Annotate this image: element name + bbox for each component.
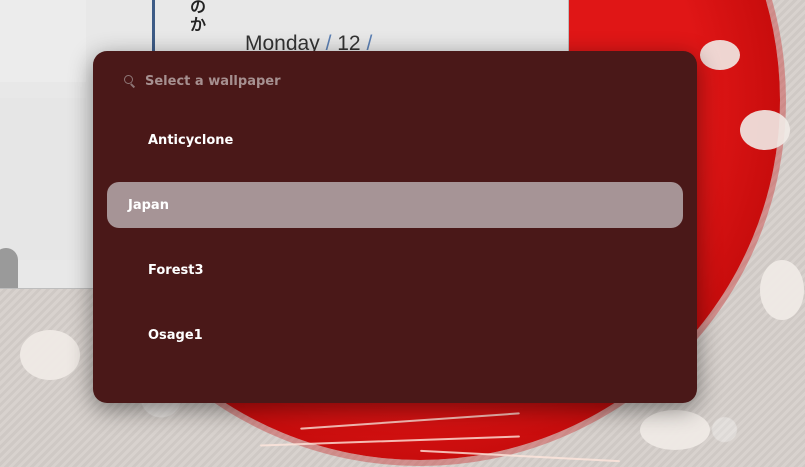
list-item-label: Japan: [128, 197, 169, 213]
list-item-selected[interactable]: Japan: [107, 182, 683, 228]
list-item-label: Osage1: [148, 327, 203, 343]
list-item-label: Forest3: [148, 262, 204, 278]
wallpaper-picker: Anticyclone Japan Forest3 Osage1: [93, 51, 697, 403]
jp-char: の: [190, 0, 207, 16]
search-icon: [123, 74, 137, 88]
search-input[interactable]: [145, 73, 545, 89]
jp-char: か: [190, 15, 207, 34]
background-japanese-text: の か: [190, 0, 206, 34]
list-item[interactable]: Anticyclone: [107, 117, 683, 163]
wallpaper-splash: [640, 410, 710, 450]
wallpaper-splash: [700, 40, 740, 70]
list-item[interactable]: Osage1: [107, 312, 683, 358]
background-sidebar-panel: [0, 0, 86, 82]
wallpaper-splash: [20, 330, 80, 380]
list-item-label: Anticyclone: [148, 132, 234, 148]
wallpaper-splash: [740, 110, 790, 150]
search-row: [123, 69, 545, 93]
background-sidebar-panel: [0, 98, 86, 260]
wallpaper-list: Anticyclone Japan Forest3 Osage1: [107, 117, 683, 377]
wallpaper-splash: [760, 260, 804, 320]
list-item[interactable]: Forest3: [107, 247, 683, 293]
background-avatar: [0, 248, 18, 288]
